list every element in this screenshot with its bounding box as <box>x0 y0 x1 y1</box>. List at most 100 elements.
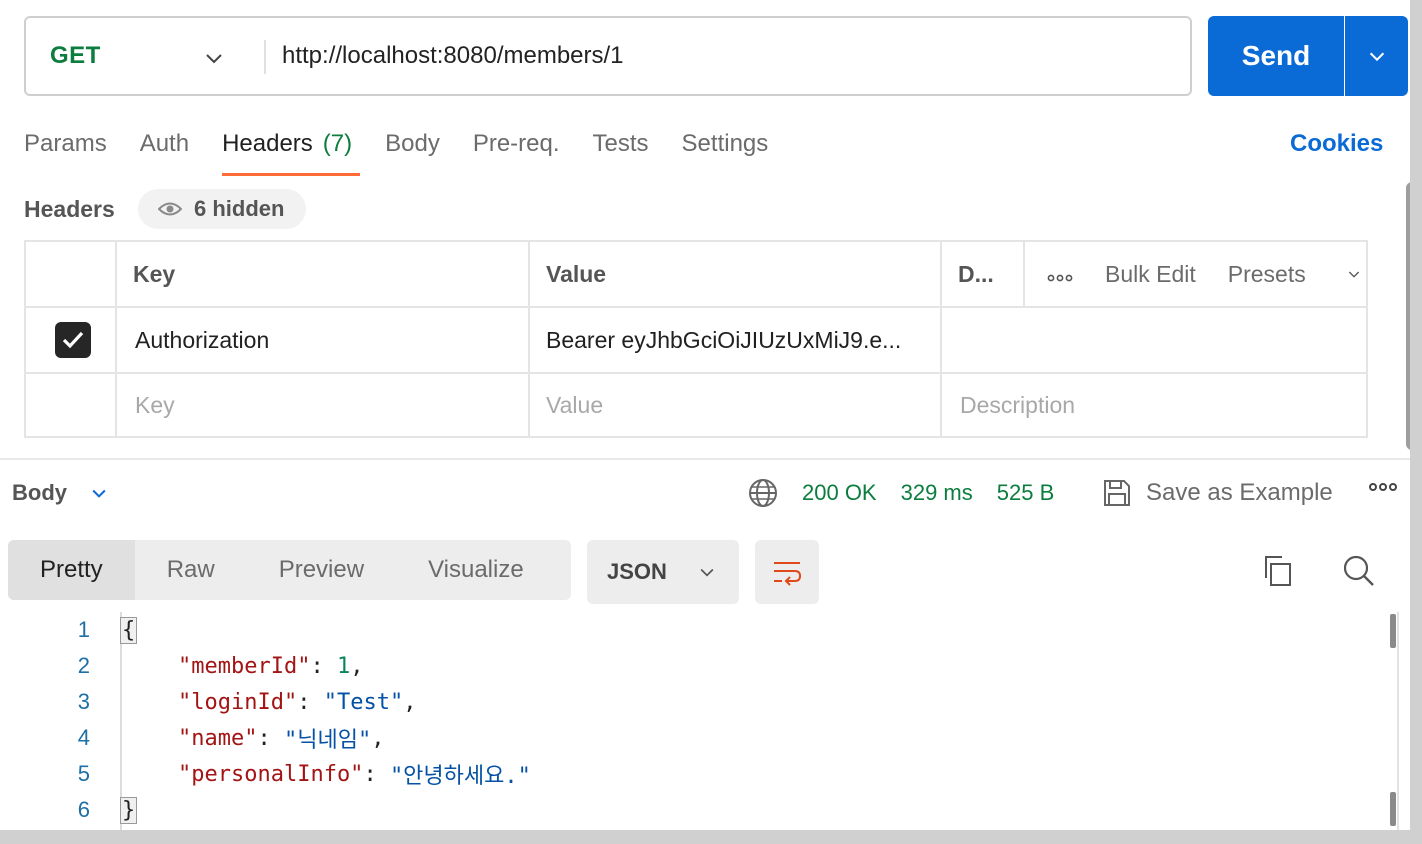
json-value: "안녕하세요." <box>389 764 531 789</box>
divider <box>264 40 266 74</box>
hidden-headers-toggle[interactable]: 6 hidden <box>138 189 306 229</box>
cookies-link[interactable]: Cookies <box>1290 120 1383 168</box>
tab-settings[interactable]: Settings <box>682 120 769 168</box>
tab-headers-count: (7) <box>322 130 353 157</box>
checkmark-icon <box>62 331 84 349</box>
json-punct: : <box>363 761 390 787</box>
line-number: 3 <box>77 689 90 714</box>
code-line: { <box>120 612 138 648</box>
new-value-input[interactable]: Value <box>528 372 942 438</box>
response-body-dropdown[interactable]: Body <box>12 474 109 512</box>
code-scrollbar-marker[interactable] <box>1390 614 1396 648</box>
tab-params[interactable]: Params <box>24 120 107 168</box>
response-time[interactable]: 329 ms <box>901 480 973 506</box>
view-mode-tabs: Pretty Raw Preview Visualize <box>8 540 571 600</box>
app-window: GET http://localhost:8080/members/1 Send… <box>0 0 1422 844</box>
response-size[interactable]: 525 B <box>997 480 1055 506</box>
key-column-header: Key <box>115 240 530 308</box>
status-code[interactable]: 200 OK <box>802 480 877 506</box>
json-key: "loginId" <box>178 689 298 715</box>
table-tools: Bulk Edit Presets <box>1023 240 1368 308</box>
more-options-icon[interactable] <box>1368 482 1398 492</box>
request-bar: GET http://localhost:8080/members/1 <box>24 16 1192 96</box>
save-as-example-button[interactable]: Save as Example <box>1102 474 1333 512</box>
line-number: 6 <box>77 797 90 822</box>
json-punct: , <box>371 725 385 751</box>
json-value: "Test" <box>323 689 404 715</box>
line-number: 5 <box>77 761 90 786</box>
mode-visualize[interactable]: Visualize <box>396 540 556 600</box>
table-row-new: Key Value Description <box>24 372 1368 438</box>
new-description-input[interactable]: Description <box>940 372 1368 438</box>
format-label: JSON <box>607 559 667 584</box>
tab-headers[interactable]: Headers (7) <box>222 120 361 176</box>
line-number: 2 <box>77 653 90 678</box>
code-scrollbar-track <box>1397 612 1399 830</box>
code-line: "loginId": "Test", <box>178 684 416 720</box>
json-key: "memberId" <box>178 653 311 679</box>
json-punct: : <box>257 725 284 751</box>
close-brace: } <box>120 796 138 824</box>
json-punct: , <box>350 653 364 679</box>
presets-label: Presets <box>1227 260 1306 287</box>
copy-icon[interactable] <box>1262 554 1294 588</box>
code-line: "personalInfo": "안녕하세요." <box>178 756 531 792</box>
json-punct: : <box>310 653 337 679</box>
eye-icon <box>158 202 182 216</box>
save-as-example-label: Save as Example <box>1146 479 1333 506</box>
mode-raw[interactable]: Raw <box>135 540 247 600</box>
mode-pretty[interactable]: Pretty <box>8 540 135 600</box>
chevron-down-icon <box>1348 271 1359 278</box>
response-stats: 200 OK 329 ms 525 B <box>748 474 1054 512</box>
search-icon[interactable] <box>1342 554 1376 588</box>
request-tabs: Params Auth Headers (7) Body Pre-req. Tes… <box>24 120 801 176</box>
json-punct: , <box>403 689 417 715</box>
tab-tests[interactable]: Tests <box>593 120 649 168</box>
save-icon <box>1104 480 1130 506</box>
description-column-header: D... <box>940 240 1025 308</box>
json-punct: : <box>297 689 324 715</box>
tab-headers-label: Headers <box>222 130 313 157</box>
response-body-label: Body <box>12 480 67 505</box>
bulk-edit-button[interactable]: Bulk Edit <box>1105 261 1196 288</box>
code-line: } <box>120 792 138 828</box>
chevron-down-icon <box>1369 52 1384 62</box>
header-description-cell[interactable] <box>940 306 1368 374</box>
table-row: Authorization Bearer eyJhbGciOiJIUzUxMiJ… <box>24 306 1368 374</box>
line-number: 1 <box>77 617 90 642</box>
headers-table: Key Value D... Bulk Edit Presets Authori… <box>24 240 1368 438</box>
json-value: "닉네임" <box>283 728 372 753</box>
wrap-icon <box>774 562 802 586</box>
json-value: 1 <box>336 653 351 679</box>
row-checkbox[interactable] <box>55 322 91 358</box>
new-key-input[interactable]: Key <box>115 372 530 438</box>
new-row-checkbox-cell <box>24 372 117 438</box>
chevron-down-icon <box>92 489 106 498</box>
open-brace: { <box>120 616 138 644</box>
format-select[interactable]: JSON <box>587 540 739 604</box>
tab-auth[interactable]: Auth <box>140 120 189 168</box>
headers-scrollbar[interactable] <box>1406 182 1410 450</box>
mode-preview[interactable]: Preview <box>247 540 396 600</box>
json-key: "name" <box>178 725 258 751</box>
url-input[interactable]: http://localhost:8080/members/1 <box>282 18 624 94</box>
send-button[interactable]: Send <box>1208 16 1344 96</box>
row-checkbox-cell <box>24 306 117 374</box>
hidden-count-label: 6 hidden <box>194 196 285 221</box>
wrap-lines-button[interactable] <box>755 540 819 604</box>
method-select[interactable]: GET <box>50 18 101 94</box>
json-key: "personalInfo" <box>178 761 364 787</box>
presets-dropdown[interactable]: Presets <box>1228 261 1362 288</box>
tab-prereq[interactable]: Pre-req. <box>473 120 560 168</box>
header-value-cell[interactable]: Bearer eyJhbGciOiJIUzUxMiJ9.e... <box>528 306 942 374</box>
send-options-button[interactable] <box>1345 16 1408 96</box>
chevron-down-icon[interactable] <box>202 46 226 70</box>
headers-title: Headers <box>24 195 115 222</box>
code-scrollbar-marker[interactable] <box>1390 792 1396 826</box>
globe-icon[interactable] <box>748 478 778 508</box>
more-options-icon[interactable] <box>1047 261 1073 288</box>
response-code-view[interactable]: 1 2 3 4 5 6 { "memberId": 1, "loginId": … <box>0 612 1390 830</box>
tab-body[interactable]: Body <box>385 120 440 168</box>
pane-divider[interactable] <box>0 458 1410 460</box>
header-key-cell[interactable]: Authorization <box>115 306 530 374</box>
